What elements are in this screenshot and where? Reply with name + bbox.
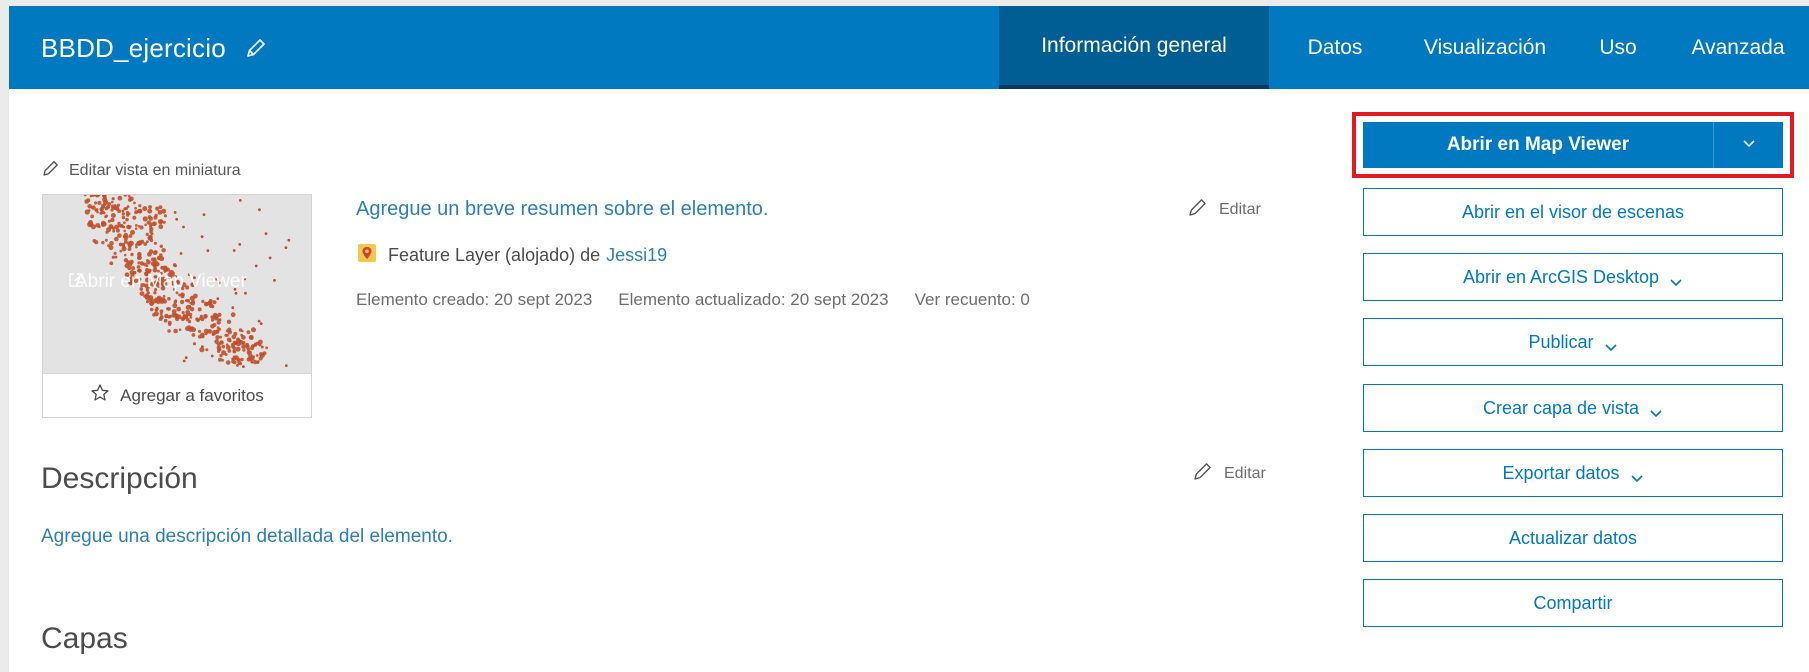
item-tabs: Información general Datos Visualización … — [999, 6, 1809, 89]
summary-placeholder[interactable]: Agregue un breve resumen sobre el elemen… — [356, 198, 768, 221]
edit-description-label: Editar — [1224, 464, 1266, 482]
updated-date: Elemento actualizado: 20 sept 2023 — [618, 290, 889, 309]
edit-summary-link[interactable]: Editar — [1187, 196, 1261, 223]
open-map-viewer-overlay[interactable]: Abrir en Map Viewer — [67, 271, 247, 293]
chevron-down-icon — [1742, 136, 1756, 154]
edit-thumbnail-link[interactable]: Editar vista en miniatura — [41, 158, 241, 183]
pencil-icon — [1192, 460, 1214, 487]
share-button[interactable]: Compartir — [1363, 579, 1783, 627]
open-arcgis-desktop-button[interactable]: Abrir en ArcGIS Desktop — [1363, 253, 1783, 301]
chevron-down-icon — [1604, 337, 1618, 352]
description-placeholder[interactable]: Agregue una descripción detallada del el… — [41, 526, 453, 548]
item-title: BBDD_ejercicio — [41, 32, 226, 63]
button-label: Actualizar datos — [1508, 527, 1638, 548]
description-heading: Descripción — [41, 462, 198, 495]
button-label: Abrir en el visor de escenas — [1461, 201, 1685, 222]
favorite-label: Agregar a favoritos — [120, 385, 264, 405]
overlay-label: Abrir en Map Viewer — [75, 271, 247, 292]
layer-type-line: Feature Layer (alojado) de Jessi19 — [356, 242, 667, 269]
tab-informacion-general[interactable]: Información general — [999, 6, 1269, 89]
open-map-viewer-main[interactable]: Abrir en Map Viewer — [1363, 122, 1713, 168]
add-favorite-button[interactable]: Agregar a favoritos — [43, 373, 311, 417]
map-thumbnail[interactable]: Abrir en Map Viewer — [43, 195, 311, 373]
button-label: Exportar datos — [1502, 462, 1620, 483]
chevron-down-icon — [1630, 468, 1644, 483]
pencil-icon[interactable] — [244, 36, 268, 60]
pencil-icon — [41, 158, 61, 183]
owner-link[interactable]: Jessi19 — [606, 245, 667, 266]
button-label: Crear capa de vista — [1482, 397, 1640, 418]
thumbnail-card: Abrir en Map Viewer Agregar a favoritos — [42, 194, 312, 418]
button-label: Abrir en ArcGIS Desktop — [1462, 266, 1660, 287]
open-map-viewer-dropdown[interactable] — [1713, 122, 1783, 168]
star-icon — [90, 383, 110, 408]
edit-description-link[interactable]: Editar — [1192, 460, 1266, 487]
feature-layer-icon — [356, 242, 378, 269]
export-data-button[interactable]: Exportar datos — [1363, 449, 1783, 497]
open-scene-viewer-button[interactable]: Abrir en el visor de escenas — [1363, 188, 1783, 236]
created-date: Elemento creado: 20 sept 2023 — [356, 290, 593, 309]
tab-datos[interactable]: Datos — [1269, 6, 1401, 89]
button-label: Compartir — [1533, 592, 1613, 613]
view-count: Ver recuento: 0 — [914, 290, 1030, 309]
layer-type-text: Feature Layer (alojado) de — [388, 245, 601, 265]
update-data-button[interactable]: Actualizar datos — [1363, 514, 1783, 562]
chevron-down-icon — [1649, 403, 1663, 418]
button-label: Publicar — [1528, 331, 1594, 352]
layers-heading: Capas — [41, 622, 128, 655]
item-header: BBDD_ejercicio Información general Datos… — [9, 6, 1809, 89]
item-metadata: Elemento creado: 20 sept 2023 Elemento a… — [356, 290, 1030, 310]
tab-visualizacion[interactable]: Visualización — [1401, 6, 1569, 89]
tab-avanzada[interactable]: Avanzada — [1667, 6, 1809, 89]
tab-uso[interactable]: Uso — [1569, 6, 1667, 89]
item-page: BBDD_ejercicio Información general Datos… — [9, 6, 1809, 672]
open-map-viewer-button: Abrir en Map Viewer — [1363, 122, 1783, 168]
edit-thumbnail-label: Editar vista en miniatura — [69, 161, 241, 179]
create-view-layer-button[interactable]: Crear capa de vista — [1363, 384, 1783, 432]
pencil-icon — [1187, 196, 1209, 223]
publish-button[interactable]: Publicar — [1363, 318, 1783, 366]
chevron-down-icon — [1669, 272, 1683, 287]
edit-summary-label: Editar — [1219, 200, 1261, 218]
